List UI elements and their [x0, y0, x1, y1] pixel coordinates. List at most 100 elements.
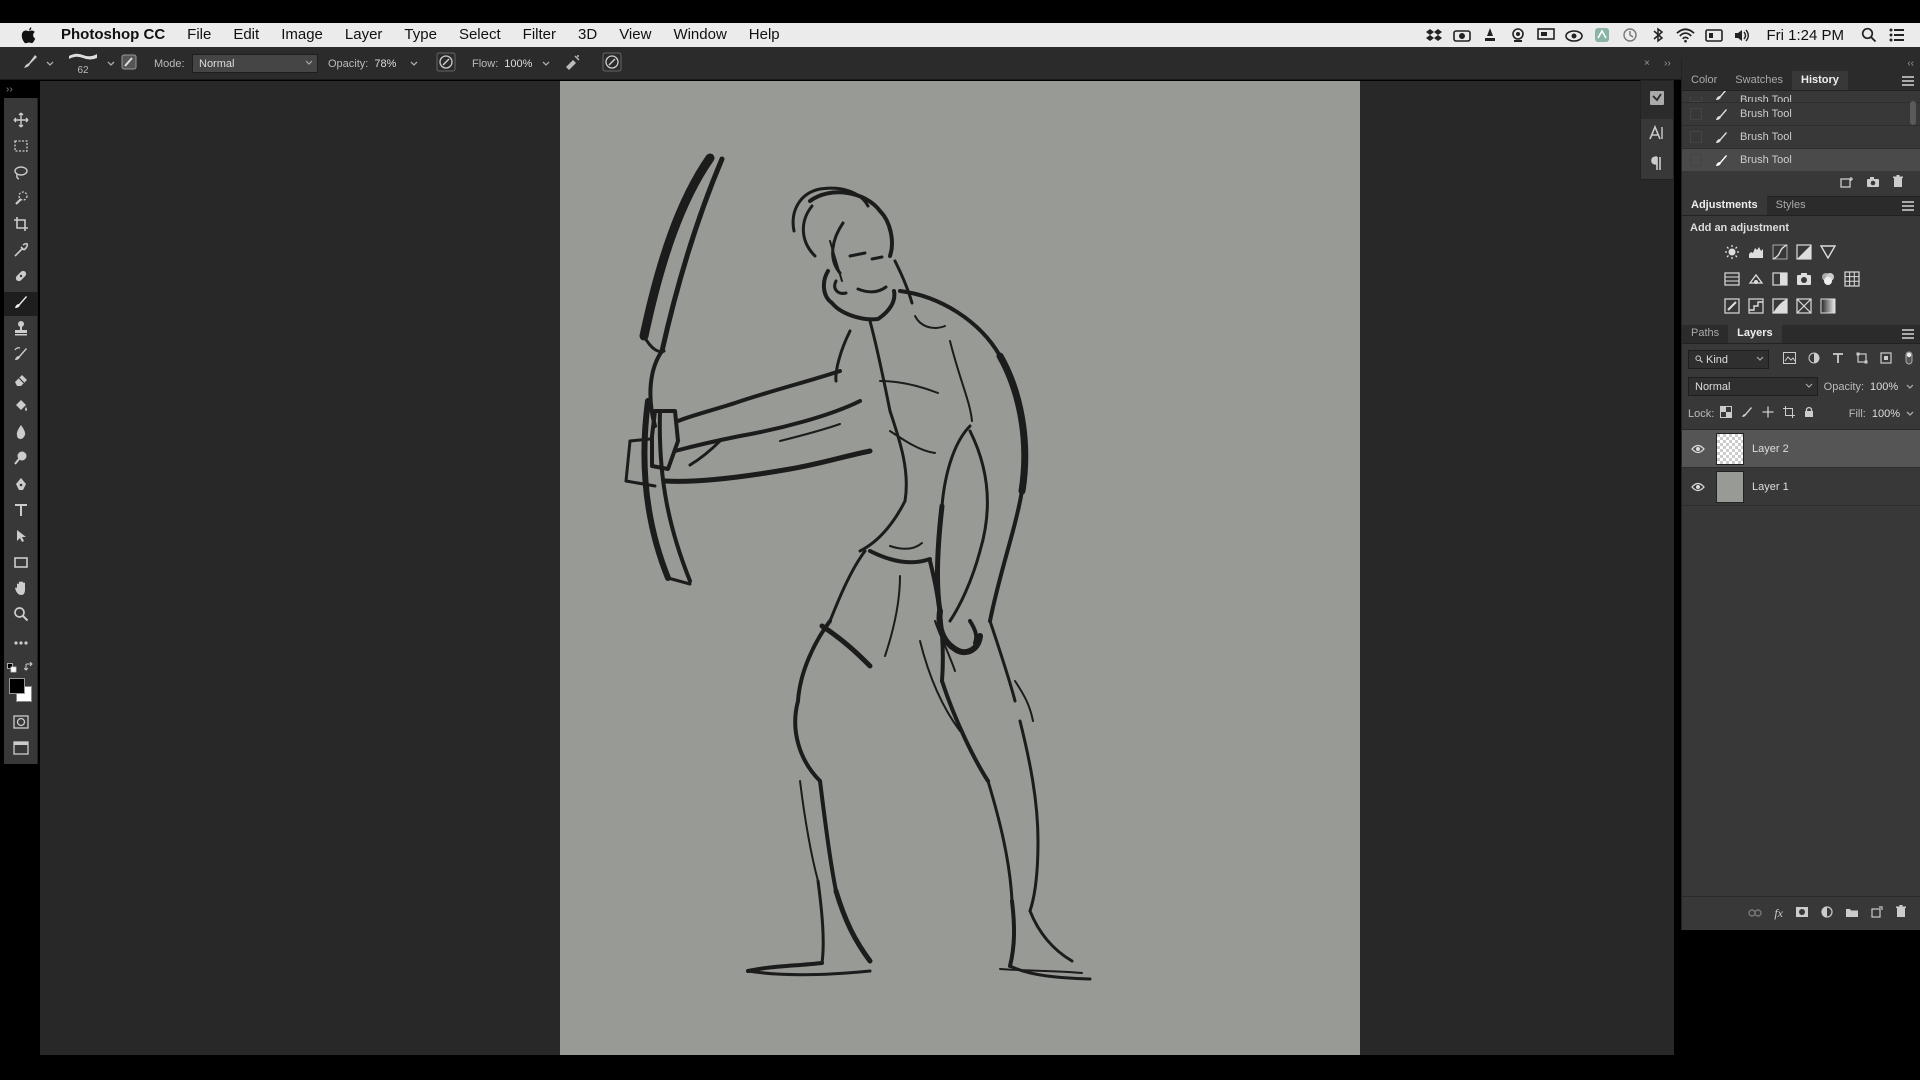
brush-picker-chevron[interactable] — [101, 47, 115, 80]
layer-row-layer-2[interactable]: Layer 2 — [1682, 430, 1920, 468]
filter-adjustment-layer-icon[interactable] — [1808, 352, 1820, 367]
new-layer-icon[interactable] — [1871, 905, 1883, 923]
apple-icon[interactable] — [17, 24, 39, 46]
add-layer-mask-icon[interactable] — [1795, 905, 1809, 923]
menu-view[interactable]: View — [608, 23, 662, 47]
menu-window[interactable]: Window — [662, 23, 737, 47]
visibility-eye-icon[interactable] — [1686, 482, 1710, 492]
history-brush-tool[interactable] — [4, 344, 38, 368]
photo-filter-icon[interactable] — [1796, 271, 1812, 287]
menu-help[interactable]: Help — [738, 23, 791, 47]
type-tool[interactable] — [4, 500, 38, 524]
time-machine-icon[interactable] — [1620, 27, 1639, 44]
lock-position-icon[interactable] — [1762, 406, 1774, 421]
tab-history[interactable]: History — [1792, 71, 1848, 90]
new-group-folder-icon[interactable] — [1845, 905, 1859, 923]
layer-name[interactable]: Layer 1 — [1752, 481, 1789, 493]
hue-saturation-icon[interactable] — [1724, 271, 1740, 287]
paint-bucket-tool[interactable] — [4, 396, 38, 420]
airbrush-button[interactable] — [563, 47, 583, 80]
tab-layers[interactable]: Layers — [1728, 324, 1782, 343]
menu-edit[interactable]: Edit — [222, 23, 270, 47]
panel-menu-icon[interactable] — [1902, 329, 1914, 339]
invert-icon[interactable] — [1724, 297, 1740, 314]
healing-brush-tool[interactable] — [4, 266, 38, 290]
dock-character-button[interactable] — [1641, 121, 1673, 149]
history-item[interactable]: Brush Tool — [1682, 126, 1920, 149]
tab-paths[interactable]: Paths — [1682, 324, 1728, 343]
marquee-tool[interactable] — [4, 136, 38, 160]
eyedropper-tool[interactable] — [4, 240, 38, 264]
panel-menu-icon[interactable] — [1902, 201, 1914, 211]
channel-mixer-icon[interactable] — [1820, 271, 1836, 287]
history-item[interactable]: Brush Tool — [1682, 103, 1920, 126]
dock-paragraph-button[interactable] — [1641, 151, 1673, 179]
layer-name[interactable]: Layer 2 — [1752, 443, 1789, 455]
brush-settings-toggle[interactable] — [121, 47, 137, 80]
lock-image-pixels-icon[interactable] — [1741, 406, 1753, 421]
pen-tool[interactable] — [4, 474, 38, 498]
lock-all-icon[interactable] — [1804, 406, 1814, 421]
new-document-from-state-icon[interactable] — [1840, 175, 1854, 193]
filter-type-layer-icon[interactable] — [1832, 352, 1844, 367]
tab-color[interactable]: Color — [1682, 71, 1726, 90]
filter-smart-object-icon[interactable] — [1880, 352, 1892, 367]
levels-icon[interactable] — [1748, 244, 1764, 260]
screen-capture-icon[interactable] — [1452, 27, 1471, 44]
chevron-down-icon[interactable] — [1906, 411, 1914, 417]
brush-tool[interactable] — [4, 292, 38, 316]
layer-filter-select[interactable]: Kind — [1688, 350, 1769, 369]
delete-layer-trash-icon[interactable] — [1895, 904, 1907, 923]
quick-mask-button[interactable] — [4, 712, 38, 736]
menu-select[interactable]: Select — [448, 23, 512, 47]
opacity-value[interactable]: 78% — [374, 58, 396, 70]
clone-stamp-tool[interactable] — [4, 318, 38, 342]
selective-color-icon[interactable] — [1796, 297, 1812, 314]
lasso-tool[interactable] — [4, 162, 38, 186]
blur-tool[interactable] — [4, 422, 38, 446]
filter-pixel-layer-icon[interactable] — [1783, 352, 1796, 367]
filter-toggle-icon[interactable] — [1904, 351, 1914, 368]
tab-adjustments[interactable]: Adjustments — [1682, 196, 1767, 215]
exposure-icon[interactable] — [1796, 243, 1812, 260]
tab-swatches[interactable]: Swatches — [1726, 71, 1792, 90]
vibrance-icon[interactable] — [1820, 244, 1836, 260]
menu-3d[interactable]: 3D — [567, 23, 608, 47]
tool-preset-picker[interactable] — [20, 47, 54, 80]
dock-properties-button[interactable] — [1641, 81, 1673, 119]
history-scrollbar[interactable] — [1910, 101, 1916, 125]
history-item[interactable]: Brush Tool — [1682, 91, 1920, 103]
wacom-icon[interactable] — [1480, 27, 1499, 44]
color-lookup-icon[interactable] — [1844, 270, 1860, 287]
document-canvas[interactable] — [560, 81, 1360, 1055]
chevron-down-icon[interactable] — [1906, 384, 1914, 390]
spotlight-search-icon[interactable] — [1859, 27, 1878, 44]
chevron-down-icon[interactable] — [542, 61, 550, 67]
layer-style-fx-icon[interactable]: fx — [1774, 906, 1783, 921]
layer-opacity-value[interactable]: 100% — [1870, 381, 1898, 393]
crop-tool[interactable] — [4, 214, 38, 238]
posterize-icon[interactable] — [1748, 297, 1764, 314]
curves-icon[interactable] — [1772, 243, 1788, 260]
history-item-current[interactable]: Brush Tool — [1682, 149, 1920, 171]
notification-center-icon[interactable] — [1887, 27, 1906, 44]
fill-value[interactable]: 100% — [1872, 408, 1900, 420]
gradient-map-icon[interactable] — [1820, 298, 1836, 314]
brush-picker[interactable]: 62 — [68, 47, 98, 80]
color-balance-icon[interactable] — [1748, 271, 1764, 287]
display-mirror-icon[interactable] — [1704, 27, 1723, 44]
collapse-panels-icon[interactable]: ‹‹ — [1907, 58, 1914, 69]
webcam-icon[interactable] — [1508, 27, 1527, 44]
monitor-icon[interactable] — [1536, 27, 1555, 44]
menu-file[interactable]: File — [176, 23, 222, 47]
lock-transparent-pixels-icon[interactable] — [1720, 406, 1733, 421]
chevron-down-icon[interactable] — [410, 61, 418, 67]
pressure-opacity-button[interactable] — [436, 47, 456, 80]
menu-filter[interactable]: Filter — [512, 23, 567, 47]
camera-snapshot-icon[interactable] — [1866, 175, 1880, 193]
panel-menu-icon[interactable] — [1902, 76, 1914, 86]
menu-type[interactable]: Type — [393, 23, 448, 47]
flow-value[interactable]: 100% — [504, 58, 532, 70]
black-white-icon[interactable] — [1772, 271, 1788, 287]
app-badge-icon[interactable] — [1592, 27, 1611, 44]
